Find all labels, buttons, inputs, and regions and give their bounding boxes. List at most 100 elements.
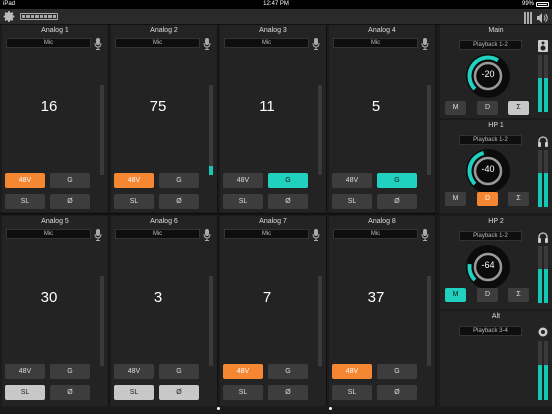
gain-knob[interactable]: 7 — [222, 243, 324, 367]
phase-invert-button[interactable]: Ø — [268, 385, 308, 400]
stereo-link-button[interactable]: SL — [332, 385, 372, 400]
stereo-link-button[interactable]: SL — [5, 385, 45, 400]
mix-source-select[interactable]: Playback 1-2 — [459, 135, 522, 145]
stereo-link-button[interactable]: SL — [114, 385, 154, 400]
input-source-select[interactable]: Mic — [333, 229, 418, 239]
stereo-link-button[interactable]: SL — [332, 194, 372, 209]
gain-button[interactable]: G — [377, 173, 417, 188]
output-volume-knob[interactable]: -64 — [465, 244, 511, 290]
gain-knob[interactable]: 11 — [222, 52, 324, 176]
output-volume-value: -40 — [481, 164, 495, 174]
mic-icon — [312, 228, 398, 330]
gain-button[interactable]: G — [268, 173, 308, 188]
stereo-link-button[interactable]: SL — [223, 194, 263, 209]
input-source-select[interactable]: Mic — [6, 38, 91, 48]
channel-strip: Analog 3 Mic 11 48V G SL Ø — [220, 25, 398, 212]
headphones-icon — [538, 134, 548, 147]
gear-icon[interactable] — [3, 10, 16, 23]
mute-button[interactable]: M — [445, 192, 466, 206]
gain-button[interactable]: G — [50, 364, 90, 379]
input-source-select[interactable]: Mic — [6, 229, 91, 239]
phase-invert-button[interactable]: Ø — [159, 194, 199, 209]
input-source-select[interactable]: Mic — [333, 38, 418, 48]
mute-button[interactable]: M — [445, 288, 466, 302]
battery-percent: 99% — [521, 1, 534, 7]
status-bar: iPad 12:47 PM 99% — [0, 0, 552, 9]
gain-knob[interactable]: 30 — [4, 243, 106, 367]
channel-strip: Analog 7 Mic 7 48V G SL Ø — [220, 216, 398, 406]
mic-icon — [312, 37, 398, 139]
gain-knob[interactable]: 16 — [4, 52, 106, 176]
battery-icon — [536, 2, 549, 7]
channel-title: Analog 8 — [368, 218, 396, 225]
dim-button[interactable]: D — [477, 288, 498, 302]
phantom-48v-button[interactable]: 48V — [5, 173, 45, 188]
device-icon[interactable] — [20, 13, 58, 20]
mic-icon — [203, 228, 289, 330]
gain-button[interactable]: G — [50, 173, 90, 188]
phantom-48v-button[interactable]: 48V — [223, 173, 263, 188]
gain-knob[interactable]: 75 — [113, 52, 215, 176]
channel-title: Analog 5 — [41, 218, 69, 225]
phantom-48v-button[interactable]: 48V — [223, 364, 263, 379]
mono-sum-button[interactable]: Σ — [508, 192, 529, 206]
mixer-icon[interactable] — [524, 11, 532, 24]
channel-strip: Analog 8 Mic 37 48V G SL Ø — [329, 216, 507, 406]
mix-source-select[interactable]: Playback 3-4 — [459, 326, 522, 336]
input-source-select[interactable]: Mic — [115, 38, 200, 48]
mix-title: HP 1 — [488, 122, 504, 129]
gain-knob[interactable]: 3 — [113, 243, 215, 367]
volume-icon[interactable] — [536, 11, 548, 23]
output-meter-right — [544, 55, 548, 112]
phantom-48v-button[interactable]: 48V — [332, 364, 372, 379]
page-dot[interactable] — [329, 407, 332, 410]
mono-sum-button[interactable]: Σ — [508, 288, 529, 302]
gain-button[interactable]: G — [268, 364, 308, 379]
input-source-select[interactable]: Mic — [115, 229, 200, 239]
gain-value: 5 — [371, 98, 381, 115]
channel-title: Analog 3 — [259, 27, 287, 34]
stereo-link-button[interactable]: SL — [114, 194, 154, 209]
phantom-48v-button[interactable]: 48V — [114, 364, 154, 379]
phase-invert-button[interactable]: Ø — [268, 194, 308, 209]
mono-sum-button[interactable]: Σ — [508, 101, 529, 115]
mix-title: Main — [488, 27, 504, 34]
phase-invert-button[interactable]: Ø — [377, 194, 417, 209]
input-source-select[interactable]: Mic — [224, 229, 309, 239]
output-meter-right — [544, 150, 548, 207]
gain-knob[interactable]: 37 — [331, 243, 433, 367]
stereo-link-button[interactable]: SL — [223, 385, 263, 400]
phase-invert-button[interactable]: Ø — [50, 385, 90, 400]
channel-strip: Analog 1 Mic 16 48V G SL Ø — [2, 25, 180, 212]
mic-icon — [94, 228, 180, 330]
gain-button[interactable]: G — [377, 364, 417, 379]
phase-invert-button[interactable]: Ø — [377, 385, 417, 400]
dim-button[interactable]: D — [477, 101, 498, 115]
dim-button[interactable]: D — [477, 192, 498, 206]
page-dot-active[interactable] — [217, 407, 220, 410]
phantom-48v-button[interactable]: 48V — [332, 173, 372, 188]
gain-value: 30 — [40, 289, 58, 306]
channel-title: Analog 1 — [41, 27, 69, 34]
channel-title: Analog 2 — [150, 27, 178, 34]
channel-title: Analog 6 — [150, 218, 178, 225]
output-volume-knob[interactable]: -20 — [465, 53, 511, 99]
mix-source-select[interactable]: Playback 1-2 — [459, 231, 522, 241]
toolbar — [0, 9, 552, 25]
phase-invert-button[interactable]: Ø — [50, 194, 90, 209]
phase-invert-button[interactable]: Ø — [159, 385, 199, 400]
gain-knob[interactable]: 5 — [331, 52, 433, 176]
phantom-48v-button[interactable]: 48V — [5, 364, 45, 379]
gain-value: 3 — [153, 289, 163, 306]
mute-button[interactable]: M — [445, 101, 466, 115]
gain-button[interactable]: G — [159, 364, 199, 379]
gain-button[interactable]: G — [159, 173, 199, 188]
mix-source-select[interactable]: Playback 1-2 — [459, 40, 522, 50]
mix-title: Alt — [491, 313, 501, 320]
gain-value: 7 — [262, 289, 272, 306]
input-source-select[interactable]: Mic — [224, 38, 309, 48]
output-meter-right — [544, 341, 548, 400]
output-volume-knob[interactable]: -40 — [465, 148, 511, 194]
stereo-link-button[interactable]: SL — [5, 194, 45, 209]
phantom-48v-button[interactable]: 48V — [114, 173, 154, 188]
